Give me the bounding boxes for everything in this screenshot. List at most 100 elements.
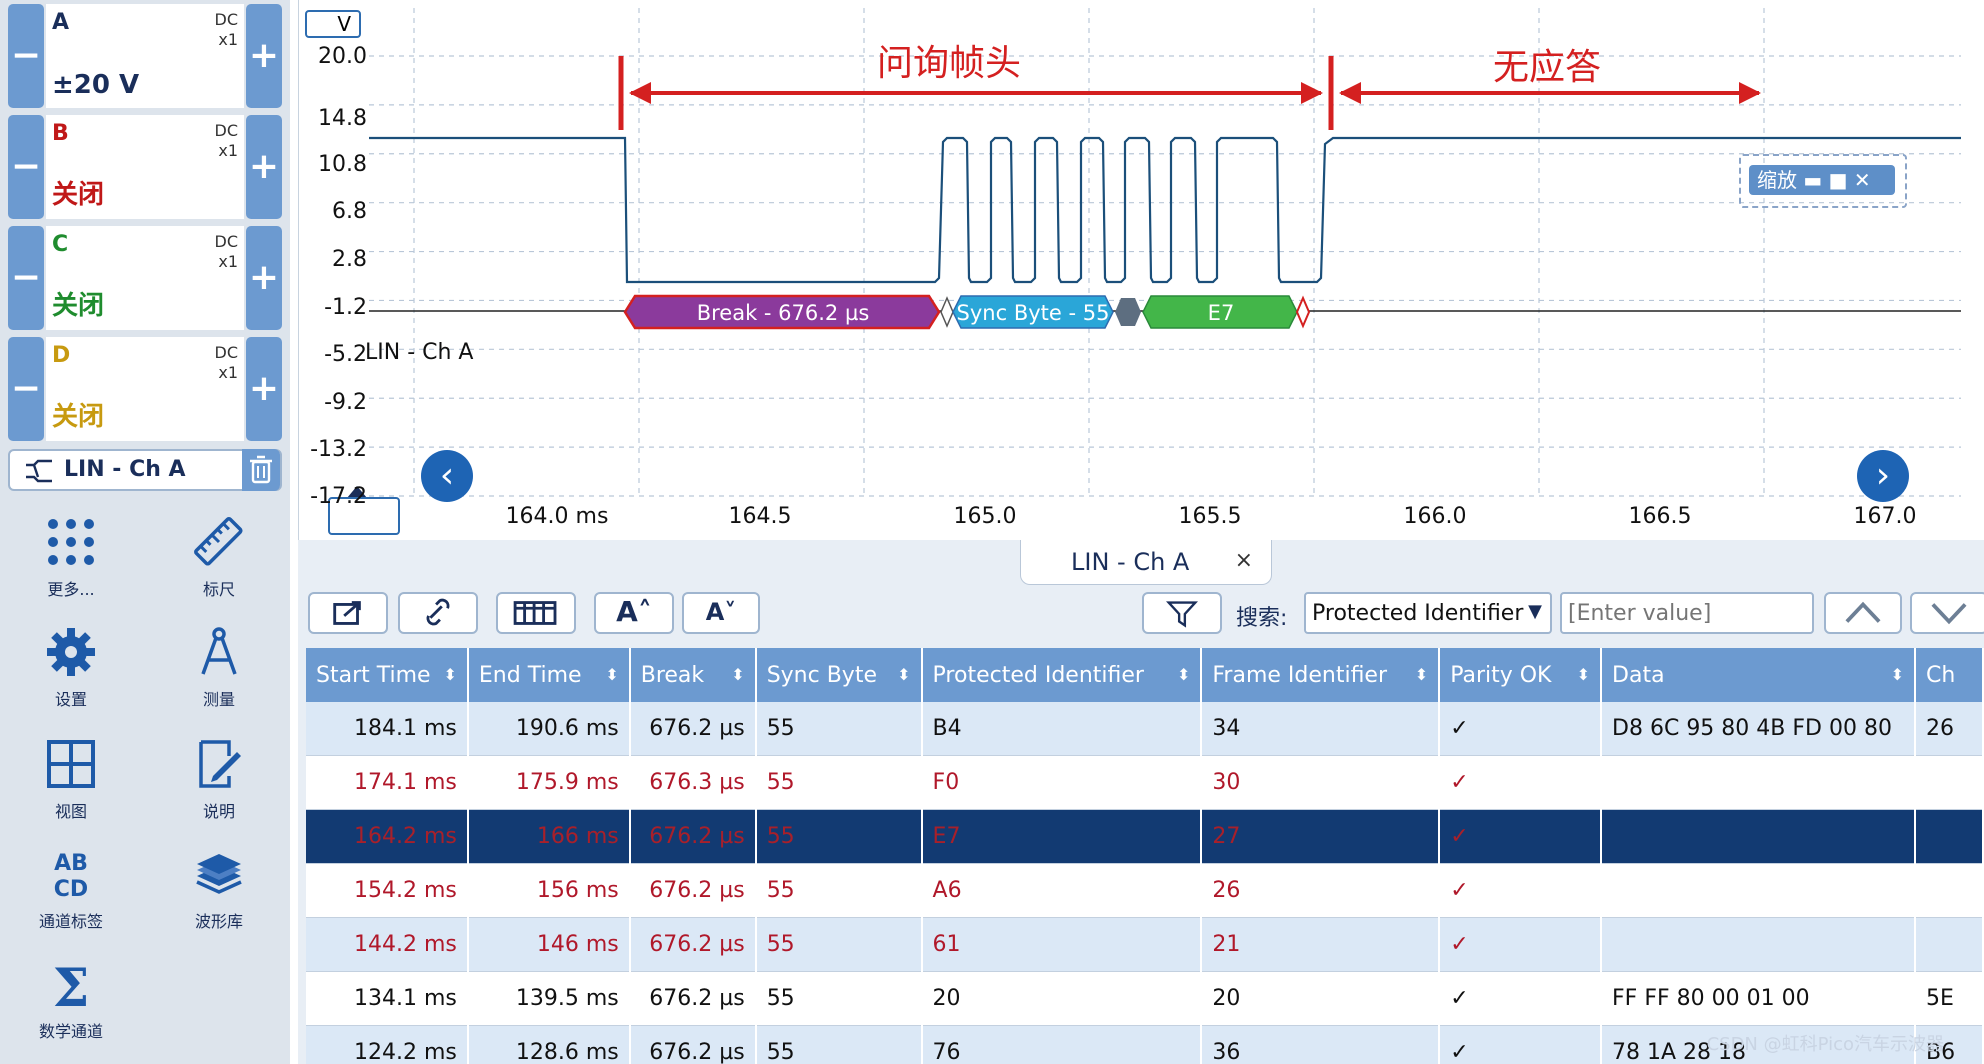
sort-icon: ⬍ [1176, 664, 1191, 684]
scope-view[interactable]: Break - 676.2 µs Sync Byte - 55 E7 V 20.0 … [298, 0, 1984, 540]
column-header-sync-byte[interactable]: Sync Byte ⬍ [755, 648, 923, 702]
column-label: Frame Identifier [1212, 662, 1388, 688]
table-cell: ✓ [1439, 702, 1603, 756]
column-header-data[interactable]: Data ⬍ [1601, 648, 1916, 702]
more-tool-button[interactable]: 更多... [16, 514, 126, 600]
channel-d-plus-button[interactable]: + [246, 337, 282, 441]
search-field-select[interactable]: Protected Identifier ▼ [1304, 592, 1552, 634]
channel-b-coupling: DC x1 [215, 121, 239, 161]
filter-icon [1166, 601, 1198, 628]
search-previous-button[interactable] [1824, 592, 1902, 634]
zoom-overview[interactable]: 缩放 ▬ ■ ✕ [1739, 154, 1907, 208]
channel-b-plus-button[interactable]: + [246, 115, 282, 219]
y-tick-label: -1.2 [324, 295, 367, 320]
column-header-protected-identifier[interactable]: Protected Identifier ⬍ [921, 648, 1203, 702]
channel-labels-tool-button[interactable]: AB CD 通道标签 [16, 846, 126, 932]
table-row[interactable]: 164.2 ms 166 ms 676.2 µs 55 E7 27 ✓ [306, 809, 1984, 864]
channel-a-plus-button[interactable]: + [246, 4, 282, 108]
decode-panel: LIN - Ch A × A˄ A˅ 搜索: Protected Identif… [298, 540, 1984, 1064]
column-header-checksum[interactable]: Ch [1914, 648, 1984, 702]
decode-table[interactable]: Start Time ⬍ End Time ⬍ Break ⬍ Sync Byte ⬍ … [306, 648, 1984, 1064]
y-tick-label: -17.2 [310, 484, 367, 509]
settings-tool-button[interactable]: 设置 [16, 624, 126, 710]
columns-button[interactable] [496, 592, 576, 634]
table-row[interactable]: 184.1 ms 190.6 ms 676.2 µs 55 B4 34 ✓ D8 6C 95 … [306, 702, 1984, 756]
channel-c-plus-button[interactable]: + [246, 226, 282, 330]
table-cell [1914, 863, 1984, 918]
channel-c-body[interactable]: C DC x1 关闭 [46, 226, 244, 330]
table-cell: 21 [1201, 917, 1441, 972]
scroll-left-button[interactable]: ‹ [421, 450, 473, 502]
channel-b-range: 关闭 [52, 180, 105, 210]
sort-icon: ⬍ [897, 664, 911, 684]
y-tick-label: -9.2 [324, 390, 367, 415]
abcd-icon: AB CD [54, 851, 88, 902]
column-header-end-time[interactable]: End Time ⬍ [467, 648, 631, 702]
ruler-tool-button[interactable]: 标尺 [164, 514, 274, 600]
notes-tool-button[interactable]: 说明 [164, 736, 274, 822]
link-button[interactable] [398, 592, 478, 634]
trash-icon[interactable] [242, 449, 280, 491]
channel-labels-tool-label: 通道标签 [38, 912, 103, 931]
table-cell: 26 [1201, 863, 1441, 918]
table-row[interactable]: 174.1 ms 175.9 ms 676.3 µs 55 F0 30 ✓ [306, 755, 1984, 810]
column-header-frame-identifier[interactable]: Frame Identifier ⬍ [1201, 648, 1441, 702]
table-cell: ✓ [1439, 809, 1603, 864]
table-cell: 676.2 µs [629, 702, 757, 756]
x-tick-label: 167.0 [1853, 504, 1917, 529]
waveform-library-icon [196, 854, 242, 894]
table-row[interactable]: 134.1 ms 139.5 ms 676.2 µs 55 20 20 ✓ FF FF 80 … [306, 971, 1984, 1026]
table-cell: 36 [1201, 1025, 1441, 1064]
sidebar: − A DC x1 ±20 V + − B DC x1 关闭 + − C DC x1 … [0, 0, 290, 1064]
table-cell [1601, 917, 1916, 972]
lin-decoder-chip[interactable]: LIN - Ch A [8, 449, 282, 491]
view-tool-button[interactable]: 视图 [16, 736, 126, 822]
filter-button[interactable] [1142, 592, 1222, 634]
column-header-start-time[interactable]: Start Time ⬍ [306, 648, 469, 702]
channel-c-minus-button[interactable]: − [8, 226, 44, 330]
separator-segment [940, 296, 954, 328]
channel-a-body[interactable]: A DC x1 ±20 V [46, 4, 244, 108]
scroll-right-button[interactable]: › [1857, 450, 1909, 502]
table-cell: 190.6 ms [467, 702, 631, 756]
export-button[interactable] [308, 592, 388, 634]
column-header-break[interactable]: Break ⬍ [629, 648, 757, 702]
sort-icon: ⬍ [1414, 664, 1429, 684]
channel-d-body[interactable]: D DC x1 关闭 [46, 337, 244, 441]
channel-c-range: 关闭 [52, 291, 105, 321]
x-tick-label: 166.0 [1403, 504, 1467, 529]
table-row[interactable]: 144.2 ms 146 ms 676.2 µs 55 61 21 ✓ [306, 917, 1984, 972]
measure-tool-button[interactable]: 测量 [164, 624, 274, 710]
table-cell: ✓ [1439, 863, 1603, 918]
column-header-parity-ok[interactable]: Parity OK ⬍ [1439, 648, 1603, 702]
channel-b-minus-button[interactable]: − [8, 115, 44, 219]
font-increase-button[interactable]: A˄ [594, 592, 674, 634]
channel-a-probe-label: x1 [218, 30, 238, 49]
font-decrease-button[interactable]: A˅ [682, 592, 760, 634]
waveform-library-tool-button[interactable]: 波形库 [164, 846, 274, 932]
table-cell: 134.1 ms [306, 971, 469, 1026]
decode-tab[interactable]: LIN - Ch A × [1020, 540, 1272, 585]
table-cell: 55 [755, 917, 923, 972]
channel-d-minus-button[interactable]: − [8, 337, 44, 441]
table-cell: 676.2 µs [629, 863, 757, 918]
table-cell: 27 [1201, 809, 1441, 864]
search-next-button[interactable] [1910, 592, 1984, 634]
table-cell: 164.2 ms [306, 809, 469, 864]
math-channels-tool-button[interactable]: Σ 数学通道 [16, 956, 126, 1042]
channel-b-coupling-label: DC [214, 121, 239, 140]
math-channels-tool-label: 数学通道 [38, 1022, 103, 1041]
table-cell: ✓ [1439, 971, 1603, 1026]
unit-badge[interactable]: V [305, 10, 361, 38]
channel-a-minus-button[interactable]: − [8, 4, 44, 108]
table-row[interactable]: 154.2 ms 156 ms 676.2 µs 55 A6 26 ✓ [306, 863, 1984, 918]
channel-b-body[interactable]: B DC x1 关闭 [46, 115, 244, 219]
table-cell: 174.1 ms [306, 755, 469, 810]
table-cell: 55 [755, 863, 923, 918]
zoom-controls[interactable]: 缩放 ▬ ■ ✕ [1749, 165, 1895, 195]
waveform-canvas[interactable]: Break - 676.2 µs Sync Byte - 55 E7 [299, 0, 1984, 540]
close-icon[interactable]: × [1235, 548, 1253, 573]
channel-b-card: − B DC x1 关闭 + [8, 115, 282, 219]
search-value-input[interactable] [1560, 592, 1814, 634]
column-label: Data [1612, 662, 1665, 688]
